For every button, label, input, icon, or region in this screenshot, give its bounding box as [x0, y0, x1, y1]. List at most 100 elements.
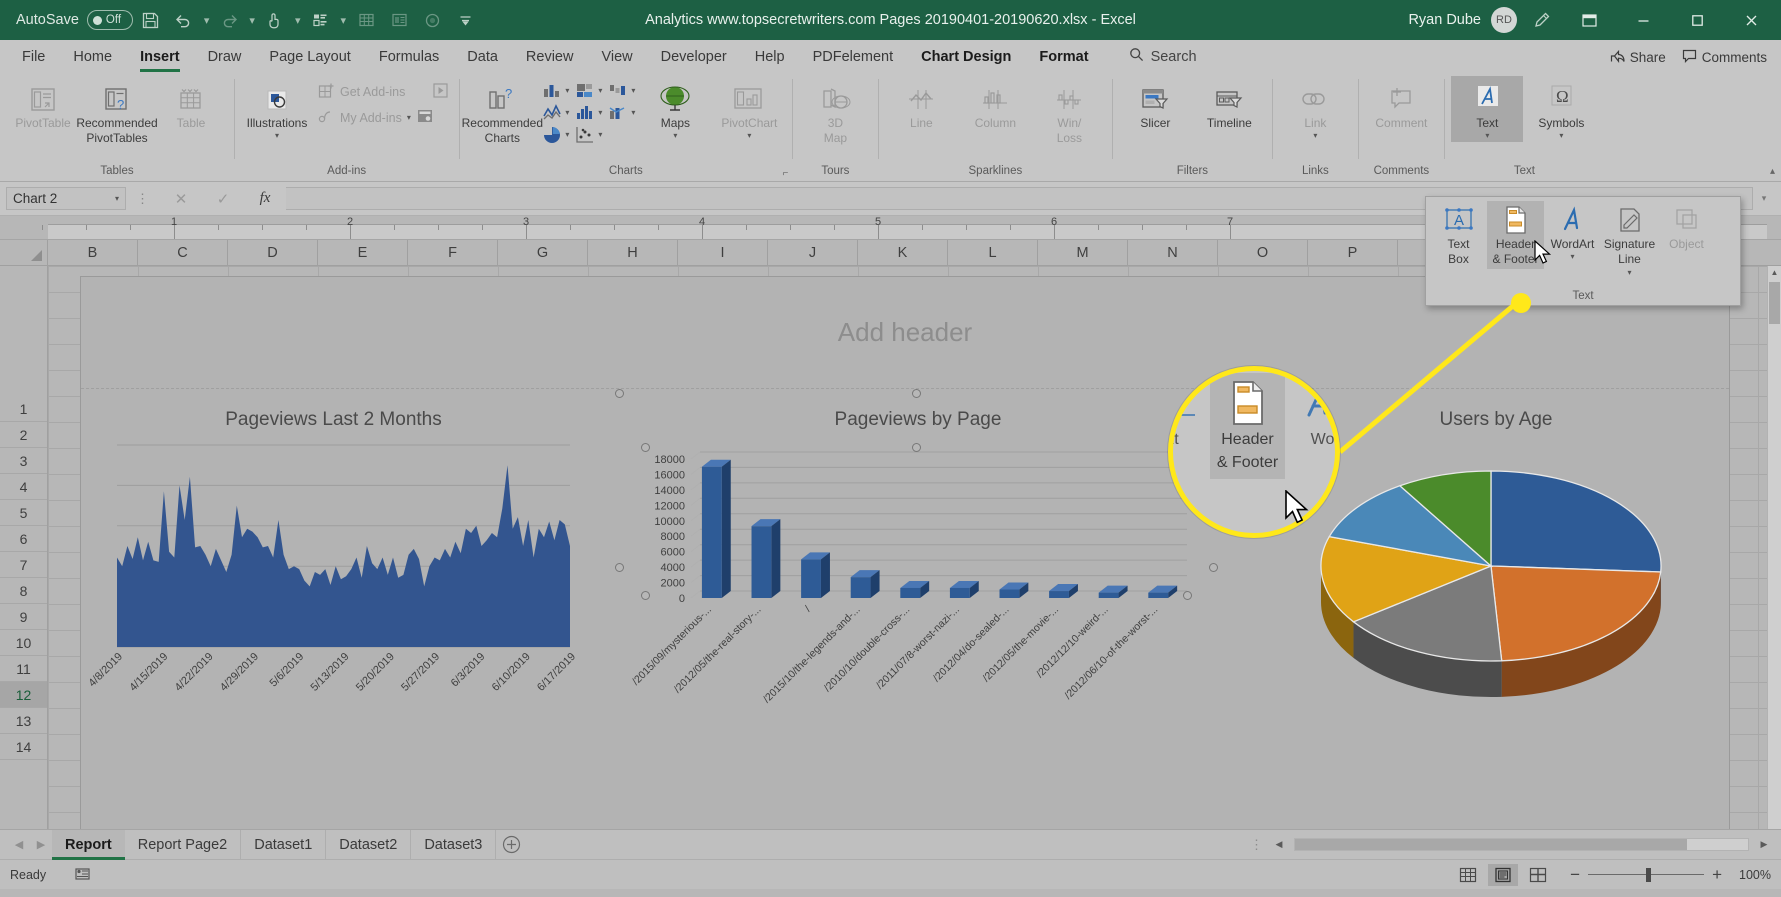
slicer-button[interactable]: Slicer: [1119, 76, 1191, 133]
column-header-p[interactable]: P: [1308, 240, 1398, 265]
sheet-tab-dataset3[interactable]: Dataset3: [411, 829, 497, 860]
zoom-in-button[interactable]: +: [1712, 865, 1722, 885]
combo-chart-icon[interactable]: ▾: [606, 102, 637, 123]
previous-sheet-arrow-icon[interactable]: ◀: [8, 838, 30, 851]
plot-handle-se[interactable]: [1183, 591, 1192, 600]
sparkline-column-button[interactable]: Column: [959, 76, 1031, 133]
tab-data[interactable]: Data: [453, 45, 512, 72]
save-icon[interactable]: [136, 5, 166, 35]
chevron-down-icon[interactable]: ▾: [1559, 132, 1563, 140]
zoom-level-label[interactable]: 100%: [1727, 868, 1771, 882]
illustrations-button[interactable]: Illustrations ▾: [241, 76, 313, 142]
callout-header-footer[interactable]: Header & Footer: [1210, 373, 1285, 479]
chevron-down-icon[interactable]: ▾: [1485, 132, 1489, 140]
resize-handle-e[interactable]: [1209, 563, 1218, 572]
column-header-h[interactable]: H: [588, 240, 678, 265]
get-addins-button[interactable]: Get Add-ins: [315, 81, 452, 103]
column-header-m[interactable]: M: [1038, 240, 1128, 265]
row-header-6[interactable]: 6: [0, 526, 47, 552]
column-header-c[interactable]: C: [138, 240, 228, 265]
page-layout-view-button[interactable]: [1488, 863, 1519, 886]
collapse-ribbon-icon[interactable]: ▴: [1770, 166, 1775, 177]
name-box[interactable]: Chart 2 ▾: [6, 187, 126, 210]
pie-chart-icon[interactable]: ▾: [540, 124, 571, 145]
row-header-14[interactable]: 14: [0, 734, 47, 760]
tab-pdfelement[interactable]: PDFelement: [799, 45, 908, 72]
split-handle-icon[interactable]: ⋮: [1250, 837, 1264, 853]
horizontal-scroll-thumb[interactable]: [1295, 839, 1687, 850]
column-header-i[interactable]: I: [678, 240, 768, 265]
cancel-icon[interactable]: ✕: [160, 190, 202, 208]
column-header-d[interactable]: D: [228, 240, 318, 265]
row-header-10[interactable]: 10: [0, 630, 47, 656]
row-header-2[interactable]: 2: [0, 422, 47, 448]
sparkline-winloss-button[interactable]: Win/ Loss: [1033, 76, 1105, 149]
tab-formulas[interactable]: Formulas: [365, 45, 453, 72]
sparkline-line-button[interactable]: Line: [885, 76, 957, 133]
line-chart-icon[interactable]: ▾: [540, 102, 571, 123]
close-button[interactable]: [1729, 0, 1773, 40]
normal-view-button[interactable]: [1453, 864, 1483, 886]
column-header-k[interactable]: K: [858, 240, 948, 265]
maps-button[interactable]: Maps ▾: [639, 76, 711, 142]
text-button[interactable]: Text ▾: [1451, 76, 1524, 143]
tab-file[interactable]: File: [8, 45, 59, 72]
row-header-3[interactable]: 3: [0, 448, 47, 474]
scatter-chart-icon[interactable]: ▾: [573, 124, 604, 145]
resize-handle-nw[interactable]: [615, 389, 624, 398]
row-header-9[interactable]: 9: [0, 604, 47, 630]
chart-pageviews-last-2-months[interactable]: Pageviews Last 2 Months 4/8/2019 4/15/201…: [81, 395, 586, 725]
horizontal-scrollbar[interactable]: ⋮ ◀ ▶: [1250, 837, 1781, 853]
table-icon[interactable]: [351, 5, 381, 35]
chevron-down-icon[interactable]: ▾: [275, 132, 279, 140]
recommended-pivottables-button[interactable]: ? Recommended PivotTables: [76, 76, 158, 149]
zoom-slider[interactable]: − +: [1570, 865, 1722, 885]
row-header-1[interactable]: 1: [0, 396, 47, 422]
expand-formula-bar-icon[interactable]: ▾: [1753, 193, 1775, 204]
sort-caret-icon[interactable]: ▾: [340, 14, 346, 27]
accessibility-icon[interactable]: [74, 865, 91, 885]
undo-caret-icon[interactable]: ▾: [204, 14, 210, 27]
chevron-down-icon[interactable]: ▾: [115, 195, 119, 203]
scroll-up-arrow-icon[interactable]: ▲: [1768, 266, 1781, 280]
form-icon[interactable]: [384, 5, 414, 35]
column-header-n[interactable]: N: [1128, 240, 1218, 265]
row-header-8[interactable]: 8: [0, 578, 47, 604]
plot-handle-sw[interactable]: [641, 591, 650, 600]
formula-bar-grip[interactable]: ⋮: [126, 191, 160, 207]
pivottable-button[interactable]: PivotTable: [7, 76, 79, 133]
tab-insert[interactable]: Insert: [126, 45, 194, 72]
ribbon-display-options-icon[interactable]: [1567, 0, 1611, 40]
tab-review[interactable]: Review: [512, 45, 588, 72]
tab-developer[interactable]: Developer: [647, 45, 741, 72]
share-button[interactable]: Share: [1610, 49, 1666, 66]
sheet-tab-dataset1[interactable]: Dataset1: [241, 829, 327, 860]
wordart-menu-item[interactable]: WordArt ▾: [1544, 201, 1601, 262]
chevron-down-icon[interactable]: ▾: [1627, 268, 1631, 276]
chevron-down-icon[interactable]: ▾: [1313, 132, 1317, 140]
page-break-preview-button[interactable]: [1523, 864, 1553, 886]
column-header-b[interactable]: B: [48, 240, 138, 265]
tab-page-layout[interactable]: Page Layout: [255, 45, 364, 72]
touch-caret-icon[interactable]: ▾: [295, 14, 301, 27]
hierarchy-chart-icon[interactable]: ▾: [573, 80, 604, 101]
waterfall-chart-icon[interactable]: ▾: [606, 80, 637, 101]
check-icon[interactable]: ✓: [202, 190, 244, 208]
tab-view[interactable]: View: [587, 45, 646, 72]
vertical-scrollbar[interactable]: ▲: [1767, 266, 1781, 829]
zoom-out-button[interactable]: −: [1570, 865, 1580, 885]
redo-caret-icon[interactable]: ▾: [249, 14, 255, 27]
plot-handle-nw[interactable]: [641, 443, 650, 452]
sheet-tab-report[interactable]: Report: [52, 829, 125, 860]
text-box-menu-item[interactable]: A Text Box: [1430, 201, 1487, 269]
row-header-13[interactable]: 13: [0, 708, 47, 734]
tab-draw[interactable]: Draw: [194, 45, 256, 72]
my-addins-button[interactable]: My Add-ins ▾: [315, 106, 452, 129]
column-header-l[interactable]: L: [948, 240, 1038, 265]
tab-help[interactable]: Help: [741, 45, 799, 72]
statistic-chart-icon[interactable]: ▾: [573, 102, 604, 123]
chevron-down-icon[interactable]: ▾: [747, 132, 751, 140]
3d-map-button[interactable]: 3D Map: [799, 76, 871, 149]
zoom-track[interactable]: [1588, 867, 1705, 882]
resize-handle-n[interactable]: [912, 389, 921, 398]
